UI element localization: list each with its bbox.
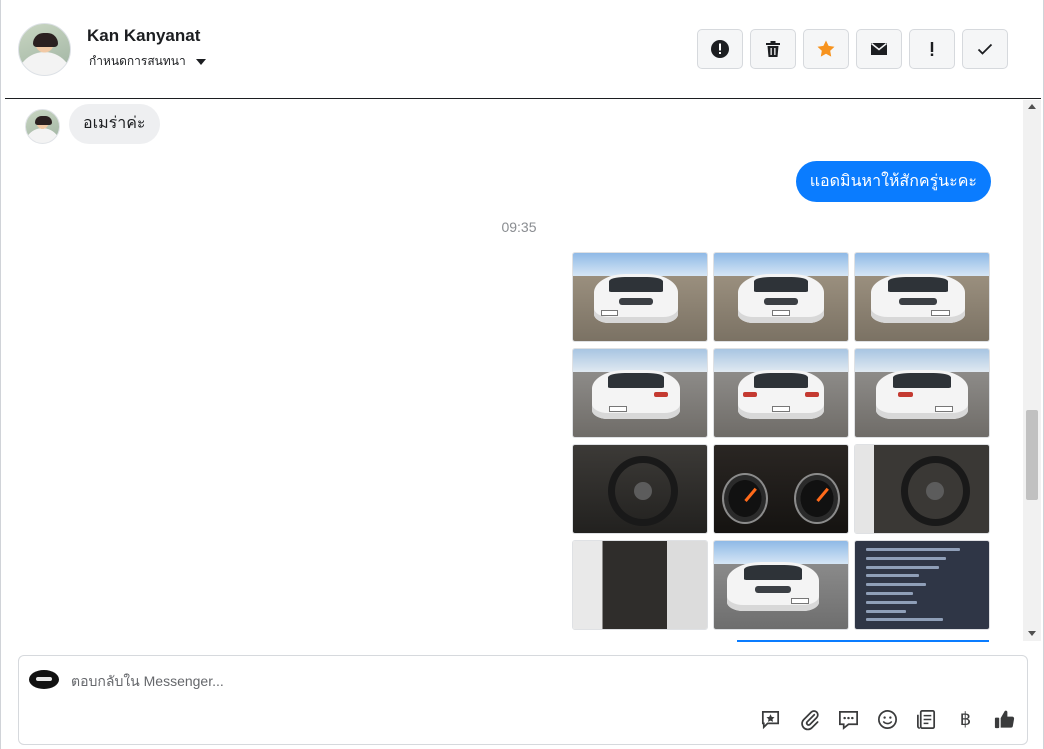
- assign-conversation-label: กำหนดการสนทนา: [89, 54, 186, 68]
- conversation-actions-toolbar: [697, 29, 1008, 69]
- car-photo-3[interactable]: [854, 252, 990, 342]
- checkmark-icon: [977, 43, 993, 55]
- scroll-down-arrow-icon[interactable]: [1028, 631, 1036, 636]
- chat-bubble-icon: [839, 710, 858, 730]
- assign-conversation-dropdown[interactable]: กำหนดการสนทนา: [89, 52, 206, 71]
- thread-scrollbar[interactable]: [1023, 100, 1041, 641]
- car-photo-1[interactable]: [572, 252, 708, 342]
- delete-button[interactable]: [750, 29, 796, 69]
- interior-photo-gauges[interactable]: [713, 444, 849, 534]
- document-photo-specs[interactable]: [854, 540, 990, 630]
- quick-replies-button[interactable]: [836, 707, 861, 732]
- car-photo-2[interactable]: [713, 252, 849, 342]
- trash-icon: [766, 41, 780, 57]
- star-icon: [817, 40, 835, 57]
- appointment-button[interactable]: [914, 707, 939, 732]
- interior-photo-rear-seat[interactable]: [572, 540, 708, 630]
- photo-grid: [572, 252, 990, 630]
- car-photo-4[interactable]: [572, 348, 708, 438]
- composer-toolbar: ฿: [758, 707, 1017, 732]
- receipt-icon: [917, 710, 936, 729]
- emoji-icon: [878, 710, 897, 729]
- car-photo-6[interactable]: [854, 348, 990, 438]
- envelope-icon: [871, 42, 887, 55]
- outgoing-message-bubble[interactable]: แอดมินหาให้สักครู่นะคะ: [795, 161, 991, 202]
- payment-button[interactable]: ฿: [953, 707, 978, 732]
- thumbs-up-icon: [994, 710, 1015, 729]
- like-button[interactable]: [992, 707, 1017, 732]
- contact-name[interactable]: Kan Kanyanat: [87, 26, 200, 46]
- contact-avatar[interactable]: [18, 23, 71, 76]
- emoji-button[interactable]: [875, 707, 900, 732]
- star-button[interactable]: [803, 29, 849, 69]
- car-photo-7[interactable]: [713, 540, 849, 630]
- saved-reply-icon: [761, 710, 780, 730]
- follow-up-button[interactable]: [909, 29, 955, 69]
- reply-input[interactable]: [71, 671, 991, 691]
- scroll-up-arrow-icon[interactable]: [1028, 104, 1036, 109]
- conversation-header: Kan Kanyanat กำหนดการสนทนา: [5, 0, 1041, 99]
- message-thread[interactable]: อเมร่าค่ะ แอดมินหาให้สักครู่นะคะ 09:35: [5, 100, 1023, 641]
- sender-avatar[interactable]: [25, 109, 60, 144]
- exclamation-icon: [930, 42, 934, 56]
- mark-unread-button[interactable]: [856, 29, 902, 69]
- exclamation-circle-icon: [711, 40, 729, 58]
- incoming-message-bubble[interactable]: อเมร่าค่ะ: [69, 104, 160, 144]
- mark-done-button[interactable]: [962, 29, 1008, 69]
- paperclip-icon: [801, 710, 819, 731]
- messenger-conversation-window: Kan Kanyanat กำหนดการสนทนา อเมร่าค่ะ แอด…: [0, 0, 1044, 749]
- attach-file-button[interactable]: [797, 707, 822, 732]
- page-logo-avatar: [29, 670, 59, 689]
- car-photo-5[interactable]: [713, 348, 849, 438]
- interior-photo-cabin[interactable]: [854, 444, 990, 534]
- baht-icon: ฿: [959, 709, 972, 729]
- scrollbar-thumb[interactable]: [1026, 410, 1038, 500]
- interior-photo-steering[interactable]: [572, 444, 708, 534]
- reply-composer: ฿: [18, 655, 1028, 745]
- spam-button[interactable]: [697, 29, 743, 69]
- caret-down-icon: [195, 59, 206, 65]
- next-message-edge: [737, 640, 989, 642]
- message-timestamp: 09:35: [501, 219, 537, 235]
- saved-reply-button[interactable]: [758, 707, 783, 732]
